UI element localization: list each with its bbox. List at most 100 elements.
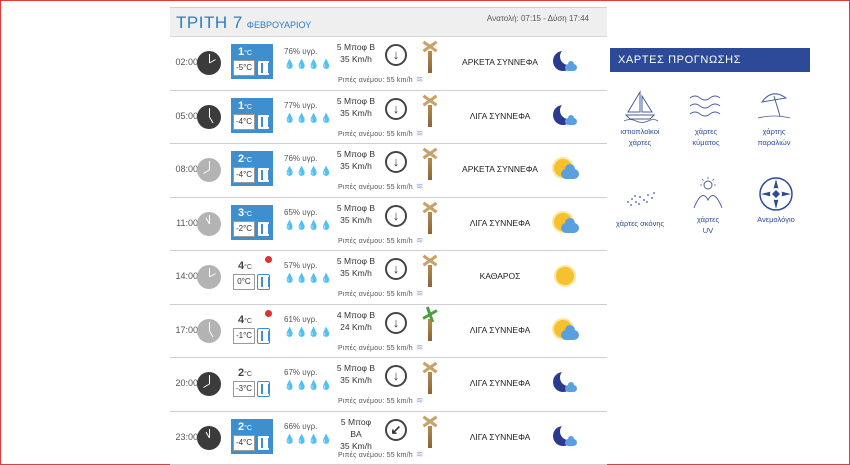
wind-gusts: Ριπές ανέμου: 55 km/h ≋ <box>338 234 424 245</box>
clock-icon <box>197 318 221 343</box>
beach-maps-link[interactable]: χάρτης παραλιών <box>744 88 804 148</box>
forecast-row: 08:00 2°C -4°C 76% υγρ. 💧💧💧💧 5 Μποφ Β 35 Km/h ↓… <box>170 144 607 198</box>
dust-maps-label: χάρτες σκόνης <box>615 219 665 228</box>
feels-like-temperature: -4°C <box>233 434 255 451</box>
humidity-drops-icon: 💧💧💧💧 <box>284 219 333 230</box>
person-icon <box>257 113 270 130</box>
wind-info: 4 Μποφ Β 24 Km/h <box>336 309 376 333</box>
wind-info: 5 Μποφ Β 35 Km/h <box>336 362 376 386</box>
person-icon <box>257 167 270 183</box>
temperature-max: 1°C <box>238 46 252 58</box>
humidity-drops-icon: 💧💧💧💧 <box>284 166 333 176</box>
gust-icon: ≋ <box>415 341 424 352</box>
wave-maps-link[interactable]: χάρτες κύματος <box>676 88 736 148</box>
humidity: 66% υγρ. <box>284 421 318 431</box>
humidity: 67% υγρ. <box>284 368 318 377</box>
umbrella-icon <box>754 88 794 124</box>
temperature-max: 1°C <box>238 99 252 112</box>
feels-like-temperature: -2°C <box>233 220 255 237</box>
hour-label: 11:00 <box>176 217 198 228</box>
moon-cloud-icon <box>551 369 581 398</box>
hour-label: 08:00 <box>175 164 198 174</box>
clock-icon <box>197 425 221 450</box>
alert-dot <box>265 256 272 263</box>
feels-like-temperature: 0°C <box>233 274 255 290</box>
hour-label: 17:00 <box>175 324 198 335</box>
wind-speed: 35 Km/h <box>340 375 372 385</box>
wind-speed: 35 Km/h <box>340 268 372 278</box>
wind-direction-icon: ↓ <box>385 258 407 280</box>
wind-gusts: Ριπές ανέμου: 55 km/h ≋ <box>338 74 424 84</box>
wind-beaufort: 5 Μποφ Β <box>336 149 376 159</box>
wind-gusts: Ριπές ανέμου: 55 km/h ≋ <box>338 448 424 459</box>
gust-icon: ≋ <box>415 127 424 138</box>
temperature-max: 3°C <box>238 206 252 219</box>
person-icon <box>257 220 270 237</box>
condition-label: ΑΡΚΕΤΑ ΣΥΝΝΕΦΑ <box>462 164 538 174</box>
forecast-row: 17:00 4°C -1°C 61% υγρ. 💧💧💧💧 4 Μποφ Β 24 Km/h ↓… <box>170 305 607 358</box>
dust-icon <box>620 180 660 216</box>
beach-maps-label: χάρτης παραλιών <box>757 127 791 147</box>
humidity-drops-icon: 💧💧💧💧 <box>284 273 333 283</box>
temperature-max: 4°C <box>238 313 252 326</box>
hour-label: 02:00 <box>175 57 198 67</box>
wind-beaufort: 5 Μποφ Β <box>336 95 376 106</box>
clock-icon <box>197 51 221 75</box>
wind-gusts: Ριπές ανέμου: 55 km/h ≋ <box>338 127 424 138</box>
hour-label: 23:00 <box>175 431 198 442</box>
wind-rose-icon <box>756 176 796 212</box>
wind-beaufort: 5 Μποφ ΒΑ <box>340 416 372 439</box>
day-title: ΤΡΙΤΗ 7 ΦΕΒΡΟΥΑΡΙΟΥ <box>176 13 311 33</box>
alert-dot <box>265 309 272 317</box>
hour-label: 05:00 <box>175 110 198 121</box>
forecast-row: 23:00 2°C -4°C 66% υγρ. 💧💧💧💧 5 Μποφ ΒΑ 35 Km/h… <box>170 412 607 465</box>
sailing-maps-link[interactable]: ιστιοπλοϊκοί χάρτες <box>610 88 670 148</box>
wind-gusts: Ριπές ανέμου: 55 km/h ≋ <box>338 288 424 298</box>
wind-turbine-icon <box>416 305 442 341</box>
wind-turbine-icon <box>416 147 442 180</box>
dust-maps-link[interactable]: χάρτες σκόνης <box>610 180 670 229</box>
sun-cloud-icon <box>551 210 581 238</box>
clock-icon <box>197 158 221 182</box>
humidity-drops-icon: 💧💧💧💧 <box>284 326 333 337</box>
wind-rose-label: Ανεμολόγιο <box>757 215 795 224</box>
uv-maps-link[interactable]: χάρτες UV <box>678 176 738 236</box>
feels-like-temperature: -3°C <box>233 381 255 397</box>
wind-turbine-icon <box>416 201 442 234</box>
gust-icon: ≋ <box>415 181 424 191</box>
day-header: ΤΡΙΤΗ 7 ΦΕΒΡΟΥΑΡΙΟΥ Ανατολή: 07:15 - Δύση… <box>170 7 607 37</box>
wind-direction-icon: ↓ <box>385 97 407 120</box>
temperature-max: 2°C <box>238 367 252 379</box>
wind-turbine-icon <box>416 361 442 394</box>
condition-label: ΛΙΓΑ ΣΥΝΝΕΦΑ <box>469 378 531 388</box>
condition-label: ΛΙΓΑ ΣΥΝΝΕΦΑ <box>469 217 531 228</box>
gust-icon: ≋ <box>415 288 424 298</box>
wind-rose-link[interactable]: Ανεμολόγιο <box>746 176 806 225</box>
sun-cloud-icon <box>551 317 581 345</box>
wind-turbine-icon <box>416 254 442 287</box>
day-name: ΤΡΙΤΗ 7 <box>176 13 243 32</box>
temperature-max: 2°C <box>238 153 252 165</box>
humidity: 57% υγρ. <box>284 261 318 270</box>
sun-cloud-icon <box>551 156 581 184</box>
gust-icon: ≋ <box>415 448 424 459</box>
uv-maps-label: χάρτες UV <box>696 215 720 235</box>
sun-icon <box>551 263 581 291</box>
sailboat-icon <box>620 88 660 124</box>
wind-info: 5 Μποφ Β 35 Km/h <box>336 202 376 226</box>
wind-direction-icon: ↓ <box>385 44 407 66</box>
uv-sun-icon <box>688 176 728 212</box>
feels-like-temperature: -4°C <box>233 113 255 130</box>
humidity: 76% υγρ. <box>284 154 318 163</box>
clock-icon <box>197 211 221 236</box>
forecast-row: 02:00 1°C -5°C 76% υγρ. 💧💧💧💧 5 Μποφ Β 35 Km/h ↓… <box>170 37 607 91</box>
hour-label: 20:00 <box>175 378 198 388</box>
wind-gusts: Ριπές ανέμου: 55 km/h ≋ <box>338 181 424 191</box>
wind-speed: 24 Km/h <box>340 321 372 332</box>
forecast-row: 14:00 4°C 0°C 57% υγρ. 💧💧💧💧 5 Μποφ Β 35 Km/h ↓ Ρ… <box>170 251 607 305</box>
wind-direction-icon: ↓ <box>385 151 407 173</box>
wind-info: 5 Μποφ ΒΑ 35 Km/h <box>336 416 376 452</box>
feels-like-temperature: -1°C <box>233 327 255 344</box>
humidity: 76% υγρ. <box>284 47 318 56</box>
wind-direction-icon: ↙ <box>385 418 407 441</box>
